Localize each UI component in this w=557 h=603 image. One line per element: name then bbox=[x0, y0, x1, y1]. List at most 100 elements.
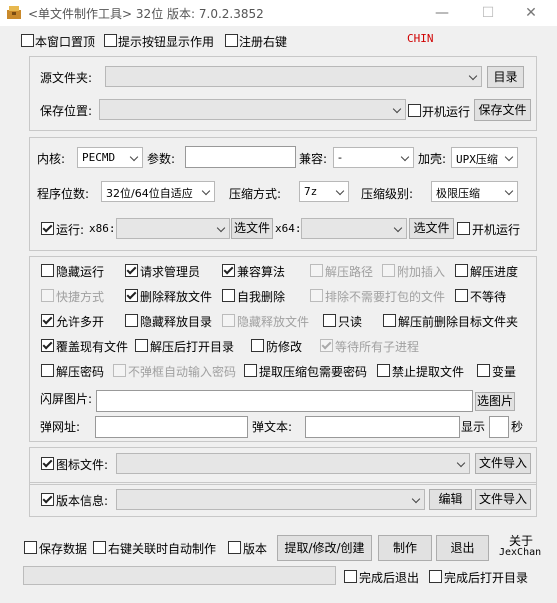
auto-input-password-checkbox[interactable] bbox=[113, 364, 126, 377]
hide-run-checkbox[interactable] bbox=[41, 264, 54, 277]
icon-file-import-button[interactable]: 文件导入 bbox=[475, 453, 531, 474]
x86-label: x86: bbox=[89, 222, 116, 235]
compress-level-combo[interactable]: 极限压缩 bbox=[431, 181, 518, 202]
stay-on-top-label: 本窗口置顶 bbox=[35, 35, 96, 49]
attach-insert-label: 附加插入 bbox=[397, 265, 446, 279]
language-badge[interactable]: CHIN bbox=[407, 32, 434, 45]
source-folder-label: 源文件夹: bbox=[40, 71, 93, 85]
x64-combo[interactable] bbox=[301, 218, 407, 239]
close-button[interactable]: ✕ bbox=[508, 0, 554, 26]
compat-label: 兼容: bbox=[299, 152, 328, 166]
attach-insert-checkbox[interactable] bbox=[382, 264, 395, 277]
bits-combo[interactable]: 32位/64位自适应 bbox=[101, 181, 215, 202]
kernel-combo[interactable]: PECMD bbox=[77, 147, 143, 168]
kernel-value: PECMD bbox=[82, 151, 116, 164]
startup-run-label-top: 开机运行 bbox=[422, 105, 471, 119]
source-folder-combo[interactable] bbox=[105, 66, 482, 87]
exit-after-finish-checkbox[interactable] bbox=[344, 570, 357, 583]
compress-method-combo[interactable]: 7z bbox=[299, 181, 349, 202]
forbid-extract-checkbox[interactable] bbox=[377, 364, 390, 377]
exit-after-finish-label: 完成后退出 bbox=[359, 571, 420, 585]
exclude-files-checkbox[interactable] bbox=[310, 289, 323, 302]
forbid-extract-label: 禁止提取文件 bbox=[392, 365, 465, 379]
stay-on-top-checkbox[interactable] bbox=[21, 34, 34, 47]
exit-button[interactable]: 退出 bbox=[436, 535, 489, 561]
show-seconds-input[interactable] bbox=[489, 416, 509, 438]
compat-combo[interactable]: - bbox=[333, 147, 414, 168]
save-data-checkbox[interactable] bbox=[24, 541, 37, 554]
show-tooltips-checkbox[interactable] bbox=[104, 34, 117, 47]
allow-multi-instance-checkbox[interactable] bbox=[41, 314, 54, 327]
hide-release-files-label: 隐藏释放文件 bbox=[237, 315, 310, 329]
self-delete-checkbox[interactable] bbox=[222, 289, 235, 302]
version-info-checkbox[interactable] bbox=[41, 493, 54, 506]
params-label: 参数: bbox=[147, 152, 176, 166]
read-only-checkbox[interactable] bbox=[323, 314, 336, 327]
x86-select-file-button[interactable]: 选文件 bbox=[231, 218, 273, 239]
extract-progress-checkbox[interactable] bbox=[455, 264, 468, 277]
x64-select-file-button[interactable]: 选文件 bbox=[409, 218, 454, 239]
startup-run-checkbox-bottom[interactable] bbox=[457, 222, 470, 235]
select-image-button[interactable]: 选图片 bbox=[475, 392, 515, 411]
startup-run-checkbox-top[interactable] bbox=[408, 104, 421, 117]
version-import-button[interactable]: 文件导入 bbox=[475, 489, 531, 510]
hide-release-dir-checkbox[interactable] bbox=[125, 314, 138, 327]
open-dir-after-finish-checkbox[interactable] bbox=[429, 570, 442, 583]
shortcut-label: 快捷方式 bbox=[56, 290, 105, 304]
author-label[interactable]: JexChan bbox=[499, 547, 541, 558]
popup-url-input[interactable] bbox=[95, 416, 248, 438]
minimize-button[interactable]: — bbox=[419, 0, 465, 26]
extract-password-label: 解压密码 bbox=[56, 365, 105, 379]
extract-modify-create-button[interactable]: 提取/修改/创建 bbox=[277, 535, 372, 561]
directory-button[interactable]: 目录 bbox=[487, 66, 524, 88]
version-checkbox[interactable] bbox=[228, 541, 241, 554]
register-right-key-checkbox[interactable] bbox=[225, 34, 238, 47]
overwrite-existing-checkbox[interactable] bbox=[41, 339, 54, 352]
version-label: 版本 bbox=[243, 542, 268, 556]
delete-target-before-extract-checkbox[interactable] bbox=[383, 314, 396, 327]
extract-progress-label: 解压进度 bbox=[470, 265, 519, 279]
compress-level-label: 压缩级别: bbox=[361, 187, 414, 201]
save-location-combo[interactable] bbox=[99, 99, 406, 120]
splash-image-input[interactable] bbox=[96, 390, 473, 412]
popup-text-input[interactable] bbox=[305, 416, 460, 438]
shortcut-checkbox[interactable] bbox=[41, 289, 54, 302]
icon-file-label: 图标文件: bbox=[56, 458, 109, 472]
delete-released-files-checkbox[interactable] bbox=[125, 289, 138, 302]
bits-value: 32位/64位自适应 bbox=[106, 187, 193, 200]
make-button[interactable]: 制作 bbox=[378, 535, 432, 561]
shell-label: 加壳: bbox=[418, 152, 447, 166]
window-title: <单文件制作工具> 32位 版本: 7.0.2.3852 bbox=[28, 7, 264, 21]
open-dir-after-extract-checkbox[interactable] bbox=[135, 339, 148, 352]
request-admin-checkbox[interactable] bbox=[125, 264, 138, 277]
right-key-auto-make-checkbox[interactable] bbox=[93, 541, 106, 554]
maximize-button[interactable]: ☐ bbox=[465, 0, 511, 26]
save-data-label: 保存数据 bbox=[39, 542, 88, 556]
startup-run-label-bottom: 开机运行 bbox=[472, 223, 521, 237]
extract-needs-password-checkbox[interactable] bbox=[244, 364, 257, 377]
hide-release-files-checkbox[interactable] bbox=[222, 314, 235, 327]
variables-checkbox[interactable] bbox=[477, 364, 490, 377]
run-checkbox[interactable] bbox=[41, 222, 54, 235]
no-wait-checkbox[interactable] bbox=[455, 289, 468, 302]
extract-password-checkbox[interactable] bbox=[41, 364, 54, 377]
wait-all-child-processes-checkbox[interactable] bbox=[320, 339, 333, 352]
shell-value: UPX压缩 bbox=[456, 153, 498, 166]
icon-file-combo[interactable] bbox=[116, 453, 470, 474]
compat-algorithm-checkbox[interactable] bbox=[222, 264, 235, 277]
extract-path-checkbox[interactable] bbox=[310, 264, 323, 277]
icon-file-checkbox[interactable] bbox=[41, 457, 54, 470]
shell-combo[interactable]: UPX压缩 bbox=[451, 147, 518, 168]
extract-needs-password-label: 提取压缩包需要密码 bbox=[259, 365, 368, 379]
delete-released-files-label: 删除释放文件 bbox=[140, 290, 213, 304]
version-info-combo[interactable] bbox=[116, 489, 425, 510]
bits-label: 程序位数: bbox=[37, 187, 90, 201]
save-file-button[interactable]: 保存文件 bbox=[474, 99, 531, 121]
edit-version-button[interactable]: 编辑 bbox=[429, 489, 472, 510]
x86-combo[interactable] bbox=[116, 218, 230, 239]
open-dir-after-finish-label: 完成后打开目录 bbox=[444, 571, 529, 585]
params-input[interactable] bbox=[185, 146, 296, 168]
show-duration-label: 显示 bbox=[461, 420, 486, 434]
anti-modify-checkbox[interactable] bbox=[251, 339, 264, 352]
read-only-label: 只读 bbox=[338, 315, 363, 329]
